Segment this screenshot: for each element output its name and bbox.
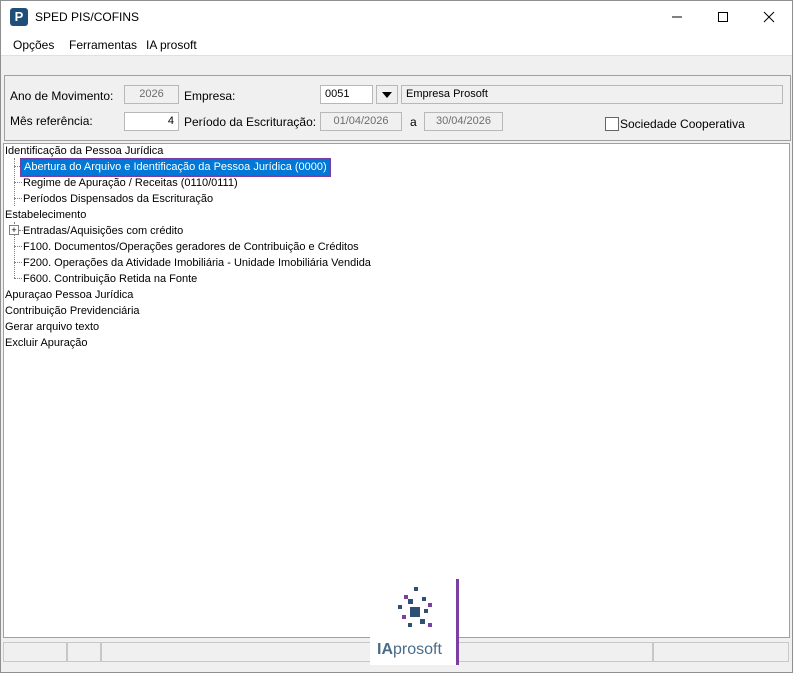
empresa-name-field: Empresa Prosoft (401, 85, 783, 104)
maximize-button[interactable] (700, 1, 746, 33)
menu-ferramentas[interactable]: Ferramentas (69, 38, 137, 52)
close-icon (763, 11, 775, 23)
ia-prosoft-logo[interactable]: IAprosoft (370, 579, 459, 665)
tree-connector (14, 262, 22, 263)
logo-text-ia: IA (377, 641, 393, 658)
tree-connector (14, 198, 22, 199)
tree-node-abertura[interactable]: Abertura do Arquivo e Identificação da P… (20, 158, 331, 177)
navigation-tree: Identificação da Pessoa Jurídica Abertur… (3, 143, 790, 638)
tree-node-previdenciaria[interactable]: Contribuição Previdenciária (5, 304, 140, 319)
tree-node-excluir[interactable]: Excluir Apuração (5, 336, 88, 351)
empresa-dropdown-button[interactable] (376, 85, 398, 104)
periodo-separator: a (410, 115, 417, 129)
tree-connector (14, 246, 22, 247)
tree-node-gerar-arquivo[interactable]: Gerar arquivo texto (5, 320, 99, 335)
tree-connector (14, 278, 22, 279)
ano-label: Ano de Movimento: (10, 89, 114, 103)
main-window: P SPED PIS/COFINS Opções Ferramentas IA … (0, 0, 793, 673)
maximize-icon (718, 12, 728, 22)
tree-node-estabelecimento[interactable]: Estabelecimento (5, 208, 86, 223)
app-icon: P (10, 8, 28, 26)
minimize-button[interactable] (654, 1, 700, 33)
tree-node-entradas[interactable]: Entradas/Aquisições com crédito (23, 224, 183, 239)
chevron-down-icon (382, 91, 392, 98)
status-cell (653, 642, 789, 662)
tree-node-f100[interactable]: F100. Documentos/Operações geradores de … (23, 240, 359, 255)
tree-node-periodos[interactable]: Períodos Dispensados da Escrituração (23, 192, 213, 207)
tree-node-regime[interactable]: Regime de Apuração / Receitas (0110/0111… (23, 176, 238, 191)
tree-node-apuracao[interactable]: Apuraçao Pessoa Jurídica (5, 288, 133, 303)
ano-field: 2026 (124, 85, 179, 104)
empresa-code-field[interactable]: 0051 (320, 85, 373, 104)
logo-text: IAprosoft (377, 641, 442, 659)
menu-opcoes[interactable]: Opções (13, 38, 54, 52)
periodo-inicio-field: 01/04/2026 (320, 112, 402, 131)
tree-node-f200[interactable]: F200. Operações da Atividade Imobiliária… (23, 256, 371, 271)
sociedade-checkbox[interactable] (605, 117, 619, 131)
periodo-fim-field: 30/04/2026 (424, 112, 503, 131)
mes-label: Mês referência: (10, 114, 93, 128)
tree-connector (14, 182, 22, 183)
empresa-label: Empresa: (184, 89, 236, 103)
mes-field[interactable]: 4 (124, 112, 179, 131)
expand-plus-icon[interactable]: + (9, 225, 19, 235)
tree-node-f600[interactable]: F600. Contribuição Retida na Fonte (23, 272, 197, 287)
logo-text-prosoft: prosoft (393, 641, 442, 658)
menu-ia-prosoft[interactable]: IA prosoft (146, 38, 197, 52)
tree-connector (14, 166, 22, 167)
status-cell (3, 642, 67, 662)
sociedade-label: Sociedade Cooperativa (620, 117, 745, 131)
title-bar: P SPED PIS/COFINS (1, 1, 792, 33)
pixel-logo-icon (398, 587, 432, 627)
tree-node-identificacao[interactable]: Identificação da Pessoa Jurídica (5, 144, 163, 159)
window-title: SPED PIS/COFINS (35, 10, 140, 24)
close-button[interactable] (746, 1, 792, 33)
menu-bar: Opções Ferramentas IA prosoft (1, 33, 792, 56)
status-cell (67, 642, 101, 662)
minimize-icon (672, 16, 682, 18)
periodo-label: Período da Escrituração: (184, 115, 317, 129)
form-panel: Ano de Movimento: 2026 Empresa: 0051 Emp… (4, 75, 791, 141)
